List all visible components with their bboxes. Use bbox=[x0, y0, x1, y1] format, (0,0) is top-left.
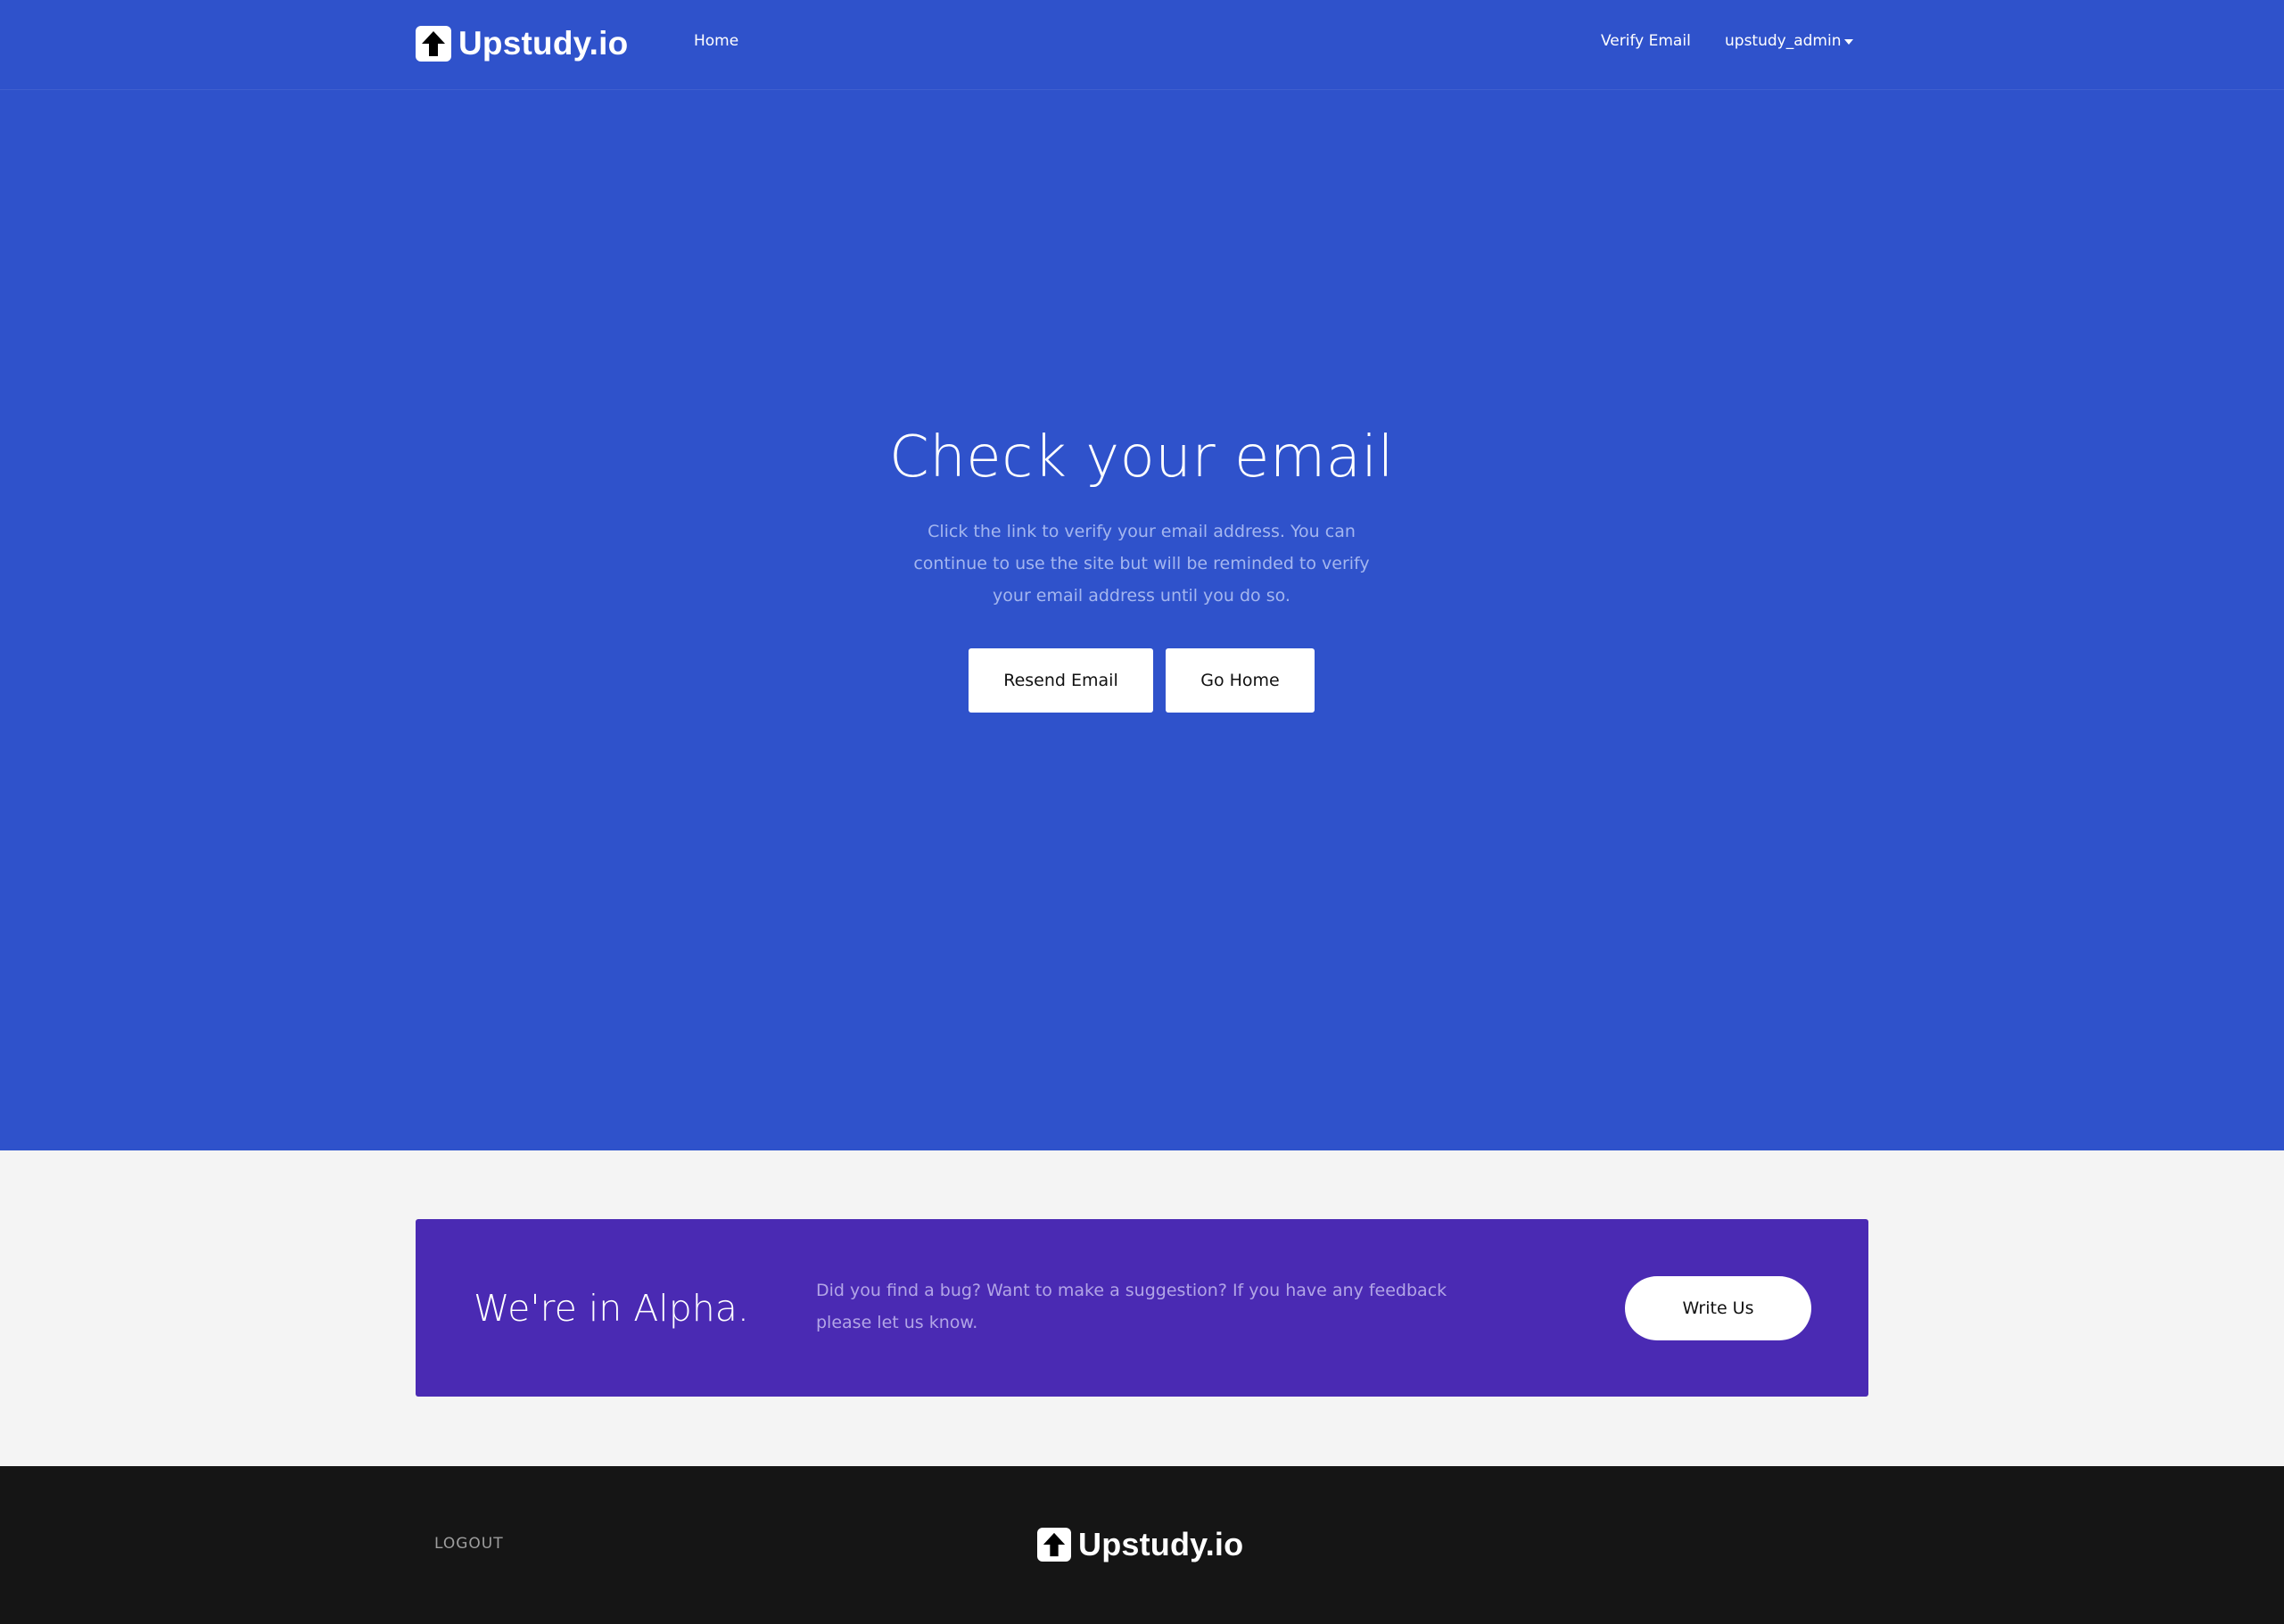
resend-email-button[interactable]: Resend Email bbox=[969, 648, 1153, 713]
write-us-button[interactable]: Write Us bbox=[1625, 1276, 1811, 1340]
caret-down-icon bbox=[1844, 38, 1854, 45]
alpha-title: We're in Alpha. bbox=[474, 1287, 749, 1330]
page-title: Check your email bbox=[889, 425, 1394, 490]
go-home-button[interactable]: Go Home bbox=[1166, 648, 1315, 713]
hero-button-group: Resend Email Go Home bbox=[785, 648, 1498, 713]
nav-verify-email-link[interactable]: Verify Email bbox=[1601, 32, 1691, 50]
alpha-description: Did you find a bug? Want to make a sugge… bbox=[816, 1281, 1447, 1332]
logout-link[interactable]: LOGOUT bbox=[434, 1535, 504, 1553]
brand-link[interactable]: Upstudy.io bbox=[416, 23, 628, 64]
hero-description: Click the link to verify your email addr… bbox=[913, 522, 1370, 606]
footer: LOGOUT Upstudy.io bbox=[0, 1466, 2284, 1624]
brand-name: Upstudy.io bbox=[458, 25, 629, 62]
arrow-up-icon bbox=[1037, 1528, 1071, 1562]
navbar: Upstudy.io Home Verify Email upstudy_adm… bbox=[0, 0, 2284, 90]
arrow-up-icon bbox=[416, 26, 451, 62]
nav-home-link[interactable]: Home bbox=[694, 32, 738, 50]
footer-brand-link[interactable]: Upstudy.io bbox=[1037, 1525, 1243, 1564]
alpha-banner: We're in Alpha. Did you find a bug? Want… bbox=[416, 1219, 1868, 1397]
footer-brand-name: Upstudy.io bbox=[1078, 1526, 1244, 1562]
hero-content: Check your email Click the link to verif… bbox=[785, 417, 1498, 713]
hero-section: Upstudy.io Home Verify Email upstudy_adm… bbox=[0, 0, 2284, 1150]
user-menu-label: upstudy_admin bbox=[1725, 32, 1842, 50]
user-menu-dropdown[interactable]: upstudy_admin bbox=[1725, 32, 1854, 50]
